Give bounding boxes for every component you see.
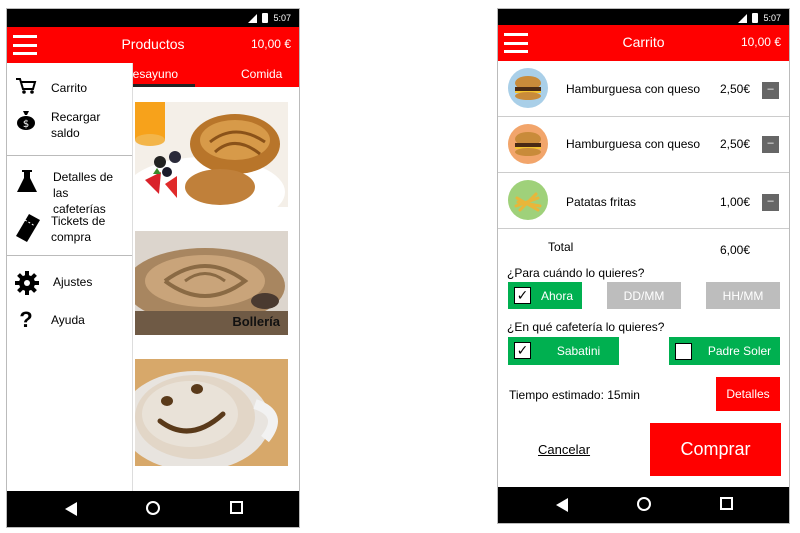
coffee-image[interactable] [135, 359, 288, 466]
item-name: Hamburguesa con queso [566, 137, 701, 151]
drawer-item-label: Tickets de compra [51, 214, 106, 244]
remove-item-button[interactable]: – [762, 82, 779, 99]
drawer-item-carrito[interactable]: Carrito [7, 77, 132, 96]
cart-item: Hamburguesa con queso 2,50€ – [498, 61, 789, 117]
flask-icon [17, 170, 37, 192]
money-bag-icon: $ [17, 111, 35, 130]
item-name: Hamburguesa con queso [566, 82, 701, 96]
app-bar: Productos 10,00 € [7, 27, 299, 63]
item-price: 2,50€ [720, 82, 751, 96]
remove-item-button[interactable]: – [762, 194, 779, 211]
fries-image [508, 180, 548, 220]
drawer-item-label: Detalles de las cafeterías [53, 170, 114, 216]
help-icon: ? [19, 307, 33, 332]
drawer-item-label: Carrito [51, 81, 88, 95]
drawer-item-cafeterias[interactable]: Detalles de las cafeterías [7, 169, 132, 217]
option-ahora[interactable]: ✓ Ahora [508, 282, 582, 309]
checkbox-checked-icon: ✓ [514, 342, 531, 359]
where-question: ¿En qué cafetería lo quieres? [507, 320, 665, 334]
phone-cart: 5:07 Carrito 10,00 € Hamburguesa con que… [497, 8, 790, 524]
buy-button[interactable]: Comprar [650, 423, 781, 476]
remove-item-button[interactable]: – [762, 136, 779, 153]
balance: 10,00 € [740, 35, 781, 49]
drawer-item-label: Ayuda [51, 313, 85, 327]
tab-comida[interactable]: Comida [241, 67, 282, 81]
battery-icon [262, 13, 269, 23]
option-padre-soler[interactable]: Padre Soler [669, 337, 780, 365]
cart-icon [16, 78, 37, 94]
system-nav-bar [7, 491, 299, 527]
drawer-divider [7, 255, 132, 256]
drawer-item-ayuda[interactable]: ? Ayuda [7, 309, 132, 331]
signal-icon [738, 13, 748, 23]
home-icon[interactable] [146, 501, 160, 515]
phone-products: 5:07 Productos 10,00 € Desayuno Comida B… [6, 8, 300, 528]
balance: 10,00 € [250, 37, 291, 51]
home-icon[interactable] [637, 497, 651, 511]
status-time: 5:07 [763, 13, 781, 23]
burger-image [508, 68, 548, 108]
cart-item: Hamburguesa con queso 2,50€ – [498, 117, 789, 173]
total-value: 6,00€ [720, 243, 751, 257]
breakfast-image[interactable] [135, 102, 288, 207]
option-sabatini[interactable]: ✓ Sabatini [508, 337, 619, 365]
estimated-time: Tiempo estimado: 15min [509, 388, 640, 402]
when-question: ¿Para cuándo lo quieres? [507, 266, 645, 280]
details-button[interactable]: Detalles [716, 377, 780, 411]
system-nav-bar [498, 487, 789, 523]
image-label: Bollería [232, 314, 280, 329]
cart-item: Patatas fritas 1,00€ – [498, 173, 789, 229]
cancel-link[interactable]: Cancelar [538, 442, 590, 457]
drawer-item-ajustes[interactable]: Ajustes [7, 271, 132, 295]
gear-icon [15, 271, 39, 295]
app-bar: Carrito 10,00 € [498, 25, 789, 61]
drawer-item-label: Recargar saldo [51, 110, 101, 140]
recent-apps-icon[interactable] [720, 497, 733, 510]
drawer-divider [7, 155, 132, 156]
battery-icon [752, 13, 759, 23]
item-price: 2,50€ [720, 137, 751, 151]
drawer-item-tickets[interactable]: Tickets de compra [7, 213, 132, 245]
back-icon[interactable] [65, 502, 77, 516]
signal-icon [248, 13, 258, 23]
checkbox-unchecked-icon [675, 343, 692, 360]
status-bar: 5:07 [7, 9, 299, 27]
option-label: Sabatini [556, 344, 601, 358]
date-picker-field[interactable]: DD/MM [607, 282, 681, 309]
ticket-icon [16, 214, 40, 242]
item-name: Patatas fritas [566, 195, 637, 209]
pastry-image[interactable]: Bollería [135, 231, 288, 335]
status-time: 5:07 [273, 13, 291, 23]
burger-image [508, 124, 548, 164]
drawer-item-label: Ajustes [53, 275, 93, 289]
item-price: 1,00€ [720, 195, 751, 209]
navigation-drawer: Carrito $ Recargar saldo Detalles de las… [7, 63, 133, 491]
checkbox-checked-icon: ✓ [514, 287, 531, 304]
svg-text:$: $ [23, 119, 29, 130]
recent-apps-icon[interactable] [230, 501, 243, 514]
back-icon[interactable] [556, 498, 568, 512]
total-label: Total [548, 240, 574, 254]
time-picker-field[interactable]: HH/MM [706, 282, 780, 309]
drawer-item-recargar[interactable]: $ Recargar saldo [7, 109, 132, 141]
